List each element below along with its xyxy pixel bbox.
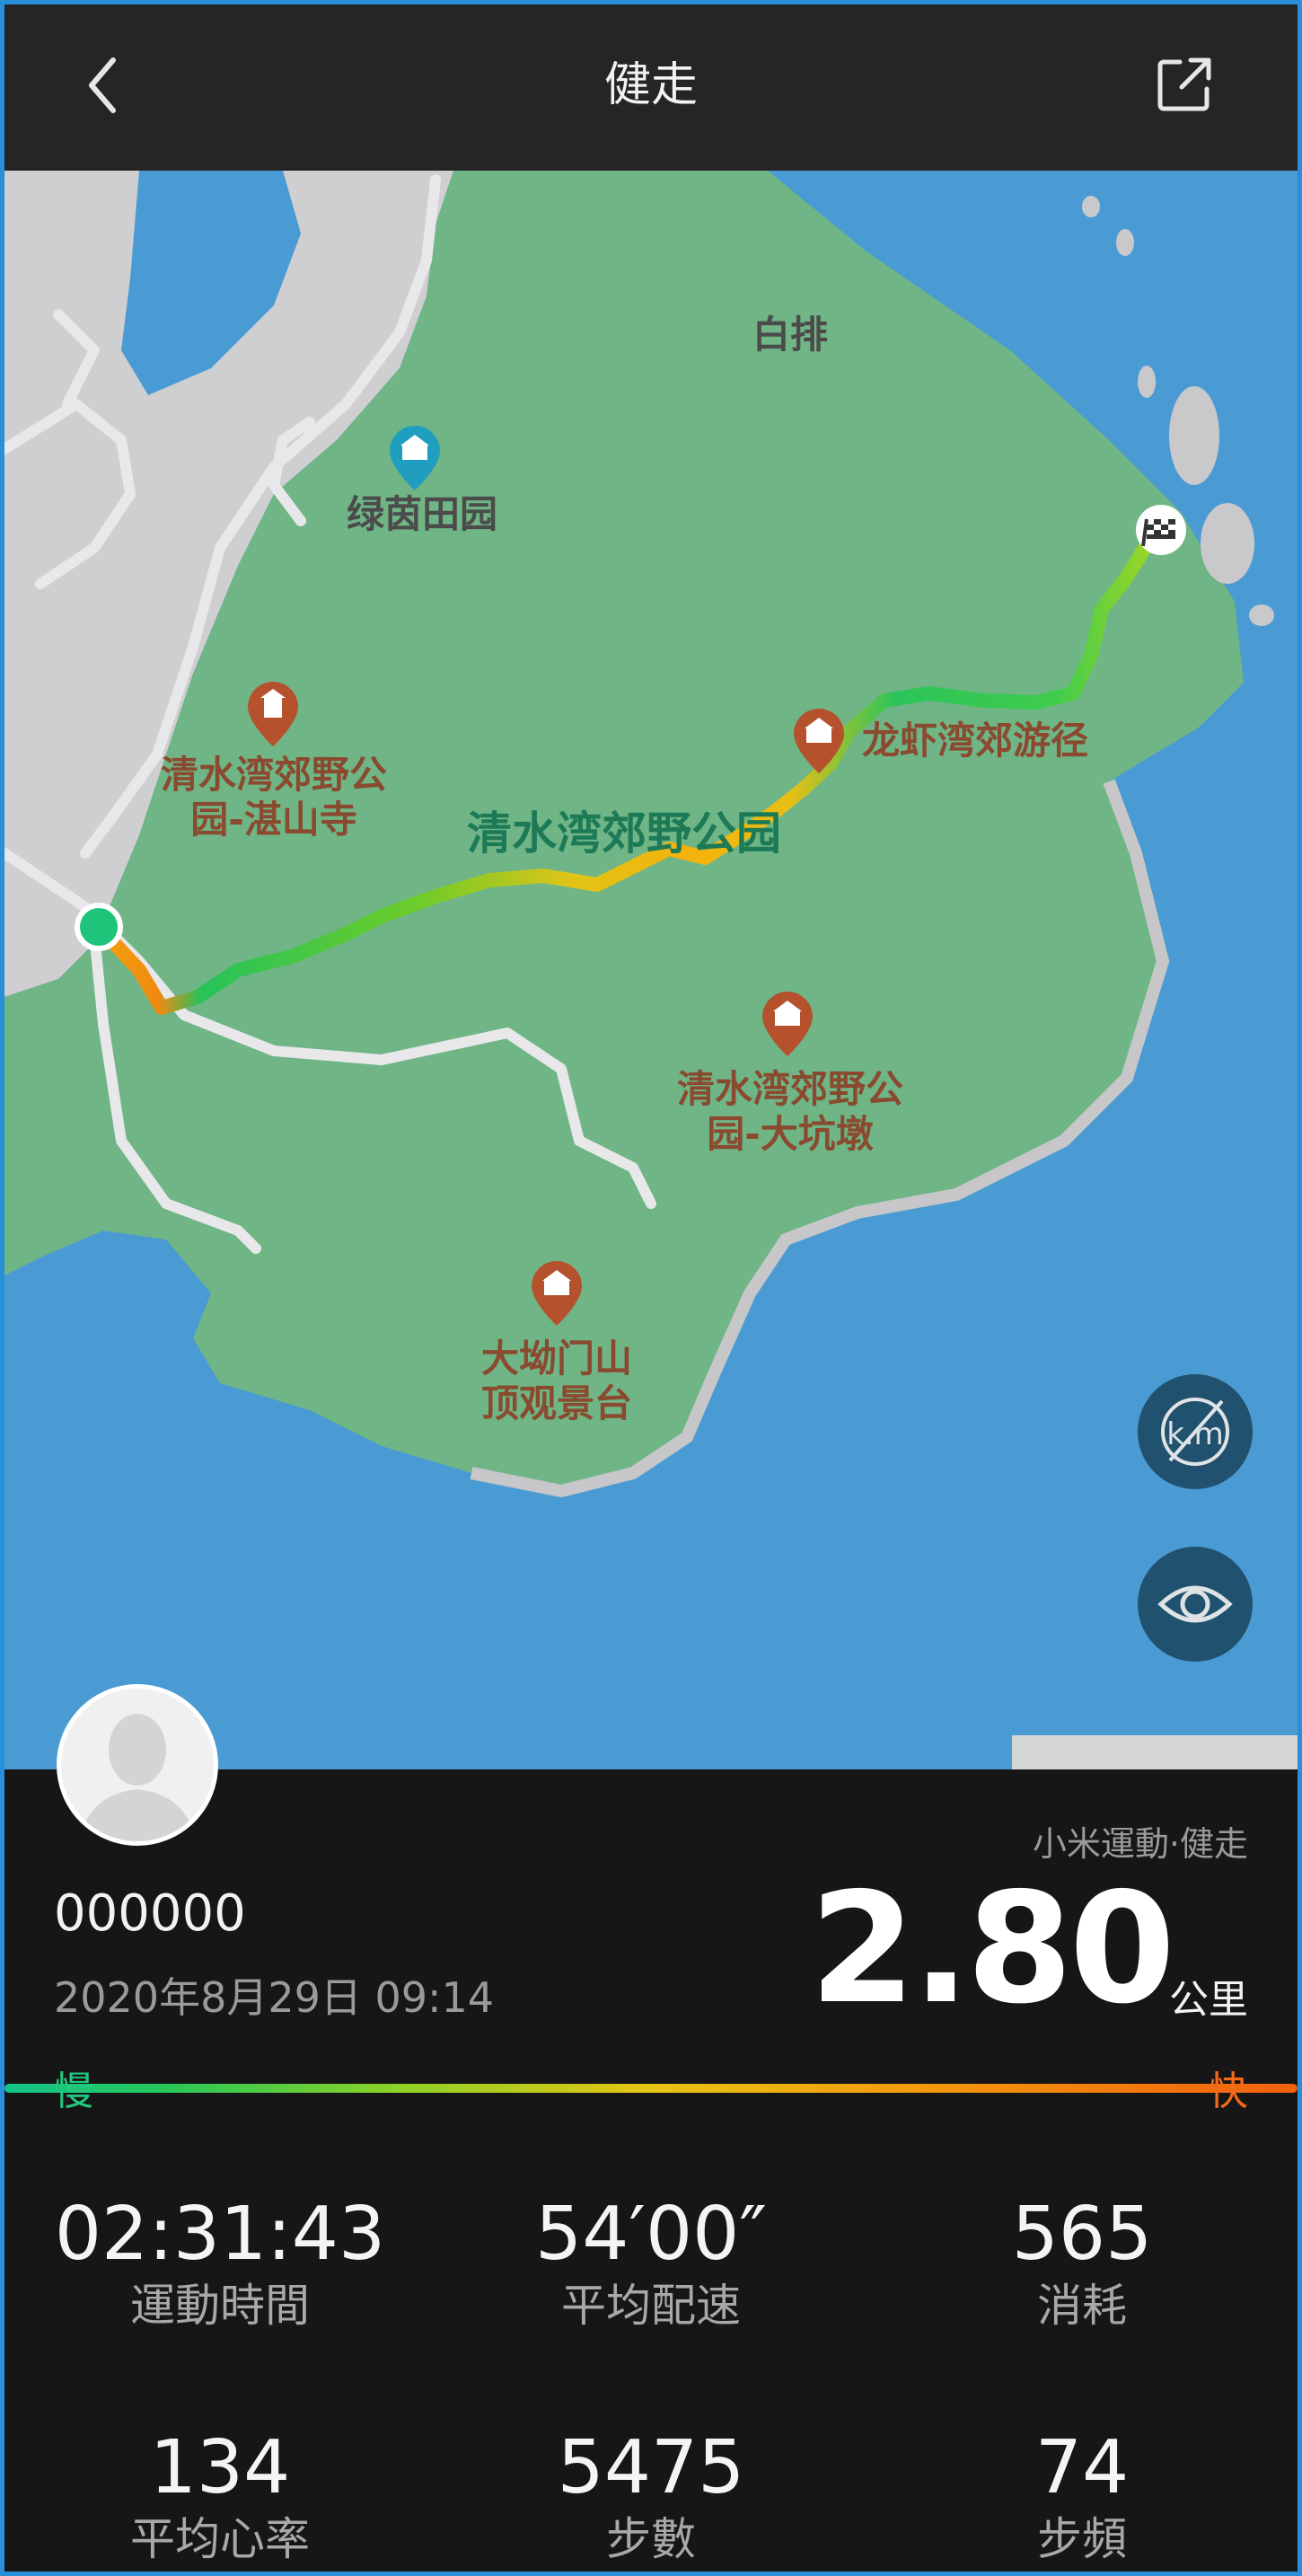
user-name: 000000 [54,1884,246,1943]
map-label-lvyin: 绿茵田园 [346,492,497,536]
stat-label: 步頻 [1037,2513,1127,2565]
temple-pin-icon[interactable] [244,678,302,750]
start-marker-icon [75,903,123,951]
viewpoint-pin-icon[interactable] [528,1257,585,1329]
stat-value: 565 [1011,2192,1153,2277]
stat-label: 平均配速 [561,2280,741,2332]
pace-fast-label: 快 [1209,2069,1248,2114]
stat-value: 02:31:43 [54,2192,386,2277]
share-button[interactable] [1149,49,1221,121]
park-pin-icon[interactable] [386,422,444,494]
km-marker-toggle-button[interactable]: k.m [1138,1374,1253,1489]
map-label-daao: 大坳门山 顶观景台 [480,1337,632,1425]
workout-datetime: 2020年8月29日 09:14 [54,1973,495,2022]
stat-avg-pace: 54′00″ 平均配速 [453,2192,849,2333]
stat-cadence: 74 步頻 [884,2425,1280,2567]
stat-label: 運動時間 [130,2280,310,2332]
km-off-icon: k.m [1161,1398,1229,1466]
map-label-baipai: 白排 [752,313,828,357]
pace-slow-label: 慢 [54,2069,93,2114]
island [1249,604,1274,626]
pace-legend-bar [4,2084,1298,2093]
page-title: 健走 [603,58,698,112]
stat-steps: 5475 步數 [453,2425,849,2567]
user-silhouette-icon [61,1689,214,1841]
island [1116,229,1134,256]
island [1082,196,1100,217]
route-map[interactable]: 白排 绿茵田园 清水湾郊野公 园-湛山寺 龙虾湾郊游径 清水湾郊野公园 清水湾郊… [4,171,1298,1769]
map-canvas [4,171,1274,1498]
stat-label: 平均心率 [130,2513,310,2565]
stat-duration: 02:31:43 運動時間 [22,2192,418,2333]
island [1169,386,1219,485]
share-icon [1157,57,1211,111]
stat-value: 134 [149,2425,291,2510]
distance-value: 2.80 [809,1860,1175,2038]
visibility-toggle-button[interactable] [1138,1547,1253,1662]
finish-flag-icon [1136,505,1186,555]
summary-panel: 小米運動·健走 000000 2020年8月29日 09:14 2.80 公里 … [4,1684,1298,2572]
source-label: 小米運動·健走 [1032,1824,1248,1864]
map-scale-bar [1012,1735,1298,1769]
stat-label: 消耗 [1037,2280,1127,2332]
stat-label: 步數 [606,2513,696,2565]
island [1138,366,1156,398]
trail-pin-icon[interactable] [790,705,848,777]
distance-unit: 公里 [1169,1977,1248,2023]
avatar[interactable] [57,1684,218,1846]
map-label-dakeng: 清水湾郊野公 园-大坑墩 [676,1067,903,1156]
app-header: 健走 [0,0,1302,171]
eye-icon [1157,1585,1233,1623]
map-label-zhanshan: 清水湾郊野公 园-湛山寺 [160,753,387,842]
stat-value: 74 [1034,2425,1130,2510]
map-label-park: 清水湾郊野公园 [467,807,781,860]
stat-avg-heart-rate: 134 平均心率 [22,2425,418,2567]
stat-value: 5475 [557,2425,745,2510]
stat-calories: 565 消耗 [884,2192,1280,2333]
stat-value: 54′00″ [535,2192,767,2277]
landmark-pin-icon[interactable] [759,988,816,1060]
map-label-longxia: 龙虾湾郊游径 [862,719,1089,763]
island [1201,503,1254,584]
